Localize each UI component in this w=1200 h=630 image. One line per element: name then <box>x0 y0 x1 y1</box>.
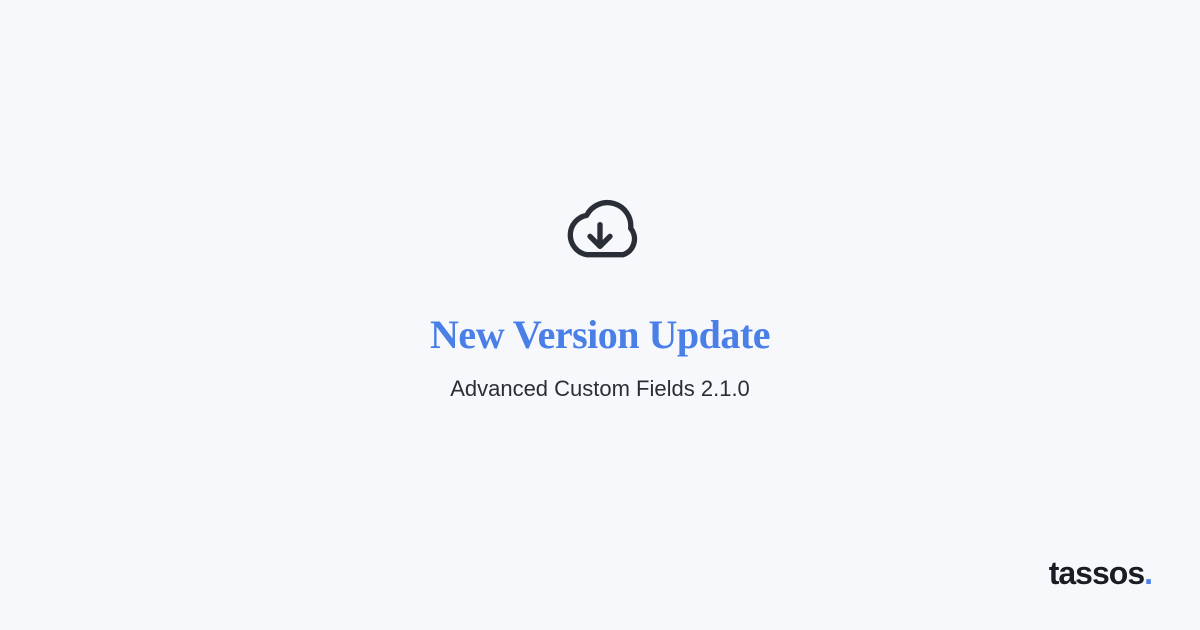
cloud-download-icon <box>560 198 640 283</box>
brand-logo: tassos. <box>1049 555 1152 592</box>
page-title: New Version Update <box>430 311 770 358</box>
announcement-card: New Version Update Advanced Custom Field… <box>430 198 770 402</box>
brand-logo-dot: . <box>1144 555 1152 592</box>
brand-logo-text: tassos <box>1049 555 1144 592</box>
product-version-label: Advanced Custom Fields 2.1.0 <box>450 376 750 402</box>
